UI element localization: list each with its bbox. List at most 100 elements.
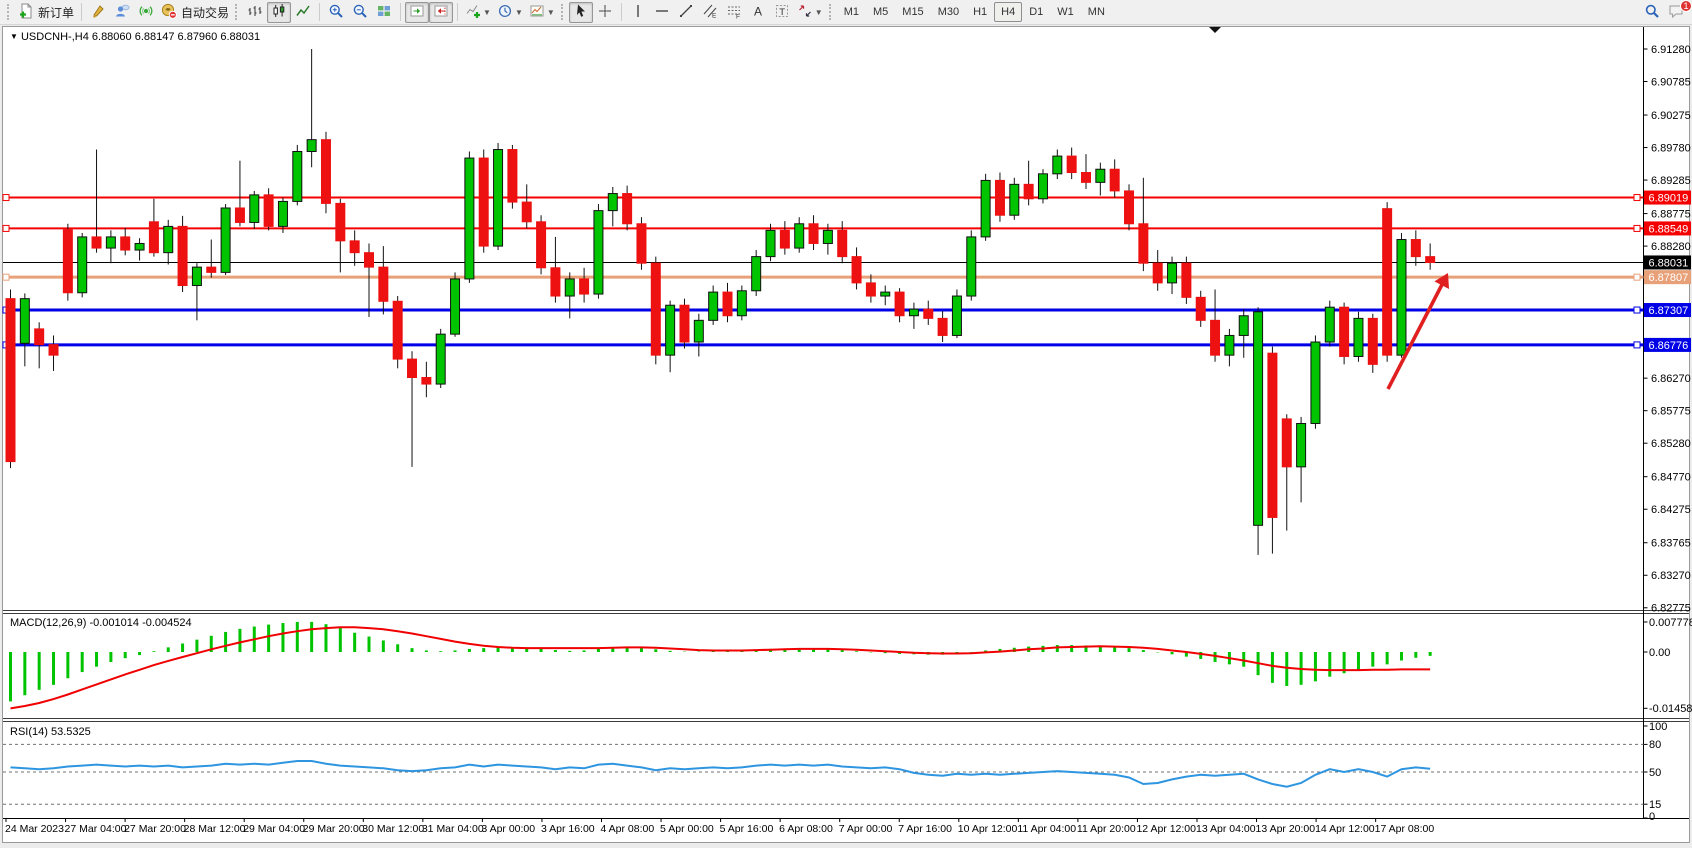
tile-windows-icon xyxy=(376,3,392,22)
timeframe-m1[interactable]: M1 xyxy=(837,2,866,22)
candle-body xyxy=(1038,174,1047,199)
symbol-title: ▼ USDCNH-,H4 6.88060 6.88147 6.87960 6.8… xyxy=(10,31,260,43)
text-button[interactable]: A xyxy=(746,2,770,23)
timeframe-m30[interactable]: M30 xyxy=(931,2,966,22)
autoscroll-button[interactable] xyxy=(405,2,429,23)
candle-body xyxy=(1225,335,1234,355)
line-chart-button[interactable] xyxy=(291,2,315,23)
chart-shift-button[interactable] xyxy=(429,2,453,23)
autoscroll-icon xyxy=(409,3,425,22)
templates-button[interactable]: ▼ xyxy=(526,2,558,23)
candle-body xyxy=(264,195,273,227)
candle-body xyxy=(321,140,330,204)
macd-tick-label: 0.00 xyxy=(1649,647,1670,659)
new-order-icon xyxy=(18,3,34,22)
periods-button[interactable]: ▼ xyxy=(494,2,526,23)
toolbar-grip[interactable] xyxy=(561,4,564,20)
templates-icon xyxy=(529,3,545,22)
candle-body xyxy=(580,279,589,294)
candle-body xyxy=(78,237,87,293)
timeframe-h1[interactable]: H1 xyxy=(966,2,994,22)
search-icon xyxy=(1644,3,1660,22)
hline-button[interactable] xyxy=(650,2,674,23)
dropdown-caret: ▼ xyxy=(547,8,555,17)
indicators-button[interactable]: ▼ xyxy=(462,2,494,23)
candle-body xyxy=(307,140,316,152)
hline-handle[interactable] xyxy=(1634,195,1640,201)
candle-body xyxy=(1397,240,1406,356)
candle-body xyxy=(1354,318,1363,356)
candle-body xyxy=(1254,312,1263,526)
toolbar-grip[interactable] xyxy=(829,4,832,20)
time-tick-label: 17 Apr 08:00 xyxy=(1375,823,1435,835)
candle-body xyxy=(92,237,101,248)
price-badge-label: 6.89019 xyxy=(1649,193,1689,205)
hline-handle[interactable] xyxy=(1634,225,1640,231)
candle-chart-button[interactable] xyxy=(267,2,291,23)
symbol-period-label: USDCNH-,H4 xyxy=(21,31,89,43)
new-order-button[interactable]: 新订单 xyxy=(15,2,77,23)
crosshair-button[interactable] xyxy=(593,2,617,23)
fibonacci-icon: F xyxy=(726,3,742,22)
time-tick-label: 29 Mar 04:00 xyxy=(243,823,305,835)
dropdown-caret: ▼ xyxy=(515,8,523,17)
chart-window-frame xyxy=(3,27,1690,843)
timeframe-m15[interactable]: M15 xyxy=(895,2,930,22)
candle-body xyxy=(651,263,660,355)
toolbar-grip[interactable] xyxy=(7,4,10,20)
zoom-out-icon xyxy=(352,3,368,22)
price-tick-label: 6.88280 xyxy=(1651,241,1691,253)
hline-handle[interactable] xyxy=(3,274,9,280)
cursor-button[interactable] xyxy=(569,2,593,23)
timeframe-w1[interactable]: W1 xyxy=(1050,2,1081,22)
rsi-tick-label: 50 xyxy=(1649,767,1661,779)
market-signal-button[interactable] xyxy=(134,2,158,23)
equidistant-channel-icon: E xyxy=(702,3,718,22)
zoom-in-button[interactable] xyxy=(324,2,348,23)
hline-handle[interactable] xyxy=(1634,307,1640,313)
indicators-icon xyxy=(465,3,481,22)
signal-icon xyxy=(138,3,154,22)
search-button[interactable] xyxy=(1640,2,1664,23)
equidistant-channel-button[interactable]: E xyxy=(698,2,722,23)
candle-body xyxy=(379,267,388,301)
text-label-button[interactable]: T xyxy=(770,2,794,23)
rsi-tick-label: 0 xyxy=(1649,811,1655,823)
separator xyxy=(400,3,401,21)
trendline-button[interactable] xyxy=(674,2,698,23)
bar-chart-button[interactable] xyxy=(243,2,267,23)
timeframe-m5[interactable]: M5 xyxy=(866,2,895,22)
candle-body xyxy=(723,292,732,316)
toolbar-grip[interactable] xyxy=(235,4,238,20)
tile-windows-button[interactable] xyxy=(372,2,396,23)
community-button[interactable] xyxy=(110,2,134,23)
candle-body xyxy=(207,267,216,272)
window-collapse-arrow-icon[interactable] xyxy=(1209,27,1221,33)
candle-body xyxy=(1383,209,1392,356)
symbol-dropdown-icon[interactable]: ▼ xyxy=(10,32,18,41)
hline-handle[interactable] xyxy=(3,225,9,231)
timeframe-h4[interactable]: H4 xyxy=(994,2,1022,22)
arrows-button[interactable]: ▼ xyxy=(794,2,826,23)
chart-canvas[interactable]: 6.912806.907856.902756.897806.892856.887… xyxy=(0,26,1692,844)
timeframe-mn[interactable]: MN xyxy=(1081,2,1112,22)
hline-handle[interactable] xyxy=(1634,342,1640,348)
styler-button[interactable] xyxy=(86,2,110,23)
zoom-out-button[interactable] xyxy=(348,2,372,23)
macd-tick-label: -0.014587 xyxy=(1649,703,1692,715)
candle-body xyxy=(250,195,259,223)
candle-body xyxy=(1239,316,1248,336)
vline-button[interactable] xyxy=(626,2,650,23)
fibonacci-button[interactable]: F xyxy=(722,2,746,23)
hline-handle[interactable] xyxy=(3,195,9,201)
notifications-button[interactable]: 1 xyxy=(1664,2,1688,23)
hline-handle[interactable] xyxy=(1634,274,1640,280)
community-icon xyxy=(114,3,130,22)
svg-text:T: T xyxy=(779,6,785,17)
macd-tick-label: 0.007778 xyxy=(1649,617,1692,629)
candle-body xyxy=(866,283,875,296)
rsi-tick-label: 100 xyxy=(1649,721,1667,733)
timeframe-d1[interactable]: D1 xyxy=(1022,2,1050,22)
autotrade-button[interactable]: 自动交易 xyxy=(158,2,232,23)
clock-icon xyxy=(497,3,513,22)
